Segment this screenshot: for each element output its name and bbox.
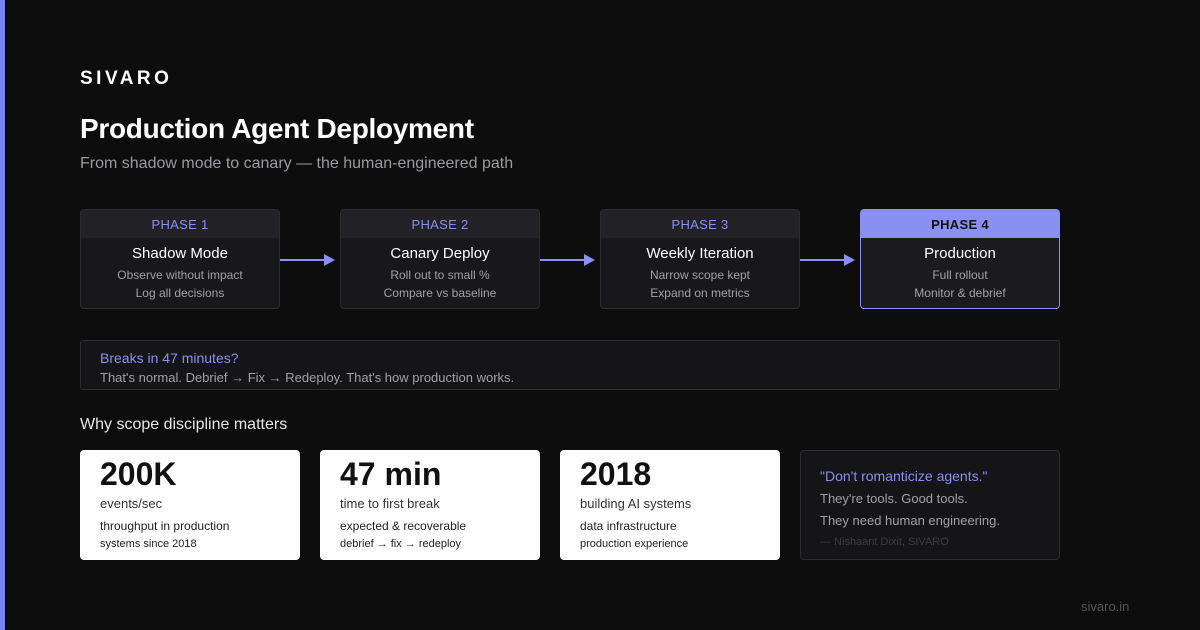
phase-card-3: PHASE 3 Weekly Iteration Narrow scope ke…: [600, 209, 800, 309]
brand-logo: SIVARO: [80, 68, 173, 89]
phase-card-2: PHASE 2 Canary Deploy Roll out to small …: [340, 209, 540, 309]
stat-value: 2018: [580, 456, 652, 492]
page-subtitle: From shadow mode to canary — the human-e…: [80, 155, 514, 172]
quote-headline: "Don't romanticize agents.": [820, 468, 988, 484]
phase-detail: Log all decisions: [135, 286, 225, 300]
quote-card: "Don't romanticize agents." They're tool…: [800, 450, 1060, 560]
phase-name: Production: [924, 245, 996, 262]
phase-detail: Compare vs baseline: [383, 286, 497, 300]
stat-label: events/sec: [100, 496, 163, 511]
stat-label: time to first break: [340, 496, 440, 511]
quote-line: They need human engineering.: [820, 513, 1000, 528]
stat-value: 47 min: [340, 456, 442, 492]
phase-detail: Roll out to small %: [390, 268, 490, 282]
phase-label: PHASE 3: [601, 210, 799, 238]
stat-card: 200K events/sec throughput in production…: [80, 450, 300, 560]
phase-name: Canary Deploy: [390, 245, 490, 262]
stat-value: 200K: [100, 456, 177, 492]
accent-bar: [0, 0, 5, 630]
arrow-right-icon: [280, 254, 335, 266]
phase-detail: Narrow scope kept: [649, 268, 751, 282]
phase-card-1: PHASE 1 Shadow Mode Observe without impa…: [80, 209, 280, 309]
stat-detail: debrief → fix → redeploy: [340, 538, 462, 550]
quote-attribution: — Nishaant Dixit, SIVARO: [820, 536, 949, 548]
stat-detail: throughput in production: [100, 519, 230, 533]
arrow-right-icon: [540, 254, 595, 266]
stat-detail: systems since 2018: [100, 538, 197, 550]
callout-text: That's normal. Debrief → Fix → Redeploy.…: [100, 370, 515, 385]
phase-detail: Monitor & debrief: [914, 286, 1006, 300]
page-title: Production Agent Deployment: [80, 113, 474, 144]
stat-label: building AI systems: [580, 496, 692, 511]
phase-detail: Expand on metrics: [650, 286, 750, 300]
stat-detail: expected & recoverable: [340, 519, 467, 533]
footer-url[interactable]: sivaro.in: [1081, 599, 1129, 614]
arrow-right-icon: [800, 254, 855, 266]
phase-name: Weekly Iteration: [646, 245, 754, 262]
quote-line: They're tools. Good tools.: [820, 491, 968, 506]
stat-card: 47 min time to first break expected & re…: [320, 450, 540, 560]
stat-detail: production experience: [580, 538, 689, 550]
phase-label: PHASE 1: [81, 210, 279, 238]
stat-card: 2018 building AI systems data infrastruc…: [560, 450, 780, 560]
phase-detail: Observe without impact: [117, 268, 243, 282]
phase-card-4-active: PHASE 4 Production Full rollout Monitor …: [860, 209, 1060, 309]
phase-label: PHASE 2: [341, 210, 539, 238]
phase-label: PHASE 4: [861, 210, 1059, 238]
callout-box: Breaks in 47 minutes? That's normal. Deb…: [80, 340, 1060, 390]
stat-detail: data infrastructure: [580, 519, 677, 533]
phase-name: Shadow Mode: [132, 245, 228, 262]
section-title: Why scope discipline matters: [80, 416, 288, 433]
callout-title: Breaks in 47 minutes?: [100, 350, 239, 366]
phase-detail: Full rollout: [932, 268, 988, 282]
